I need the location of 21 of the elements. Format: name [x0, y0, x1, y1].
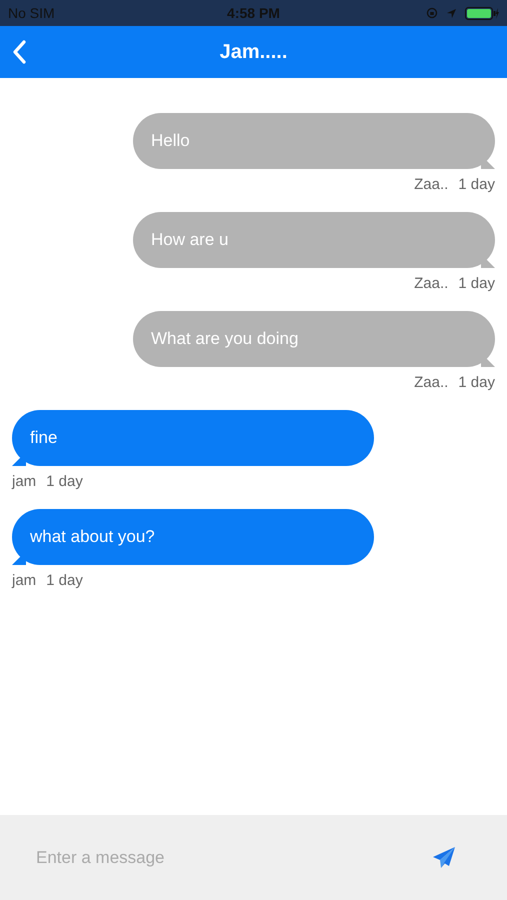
message-time: 1 day [46, 572, 83, 589]
message-bubble: How are u [133, 212, 495, 268]
message-bubble: fine [12, 410, 374, 466]
sender-name: Zaa.. [414, 275, 448, 292]
carrier-label: No SIM [8, 5, 55, 21]
orientation-lock-icon [426, 7, 438, 19]
message-bubble: Hello [133, 113, 495, 169]
sender-name: jam [12, 572, 36, 589]
chat-title: Jam..... [220, 40, 288, 64]
message-time: 1 day [458, 275, 495, 292]
message-time: 1 day [458, 374, 495, 391]
sender-name: jam [12, 473, 36, 490]
location-icon [446, 8, 457, 18]
sender-name: Zaa.. [414, 176, 448, 193]
message-time: 1 day [46, 473, 83, 490]
sender-name: Zaa.. [414, 374, 448, 391]
message-bubble: what about you? [12, 509, 374, 565]
battery-icon [465, 6, 499, 20]
clock: 4:58 PM [227, 5, 280, 21]
message-time: 1 day [458, 176, 495, 193]
message-bubble: What are you doing [133, 311, 495, 367]
